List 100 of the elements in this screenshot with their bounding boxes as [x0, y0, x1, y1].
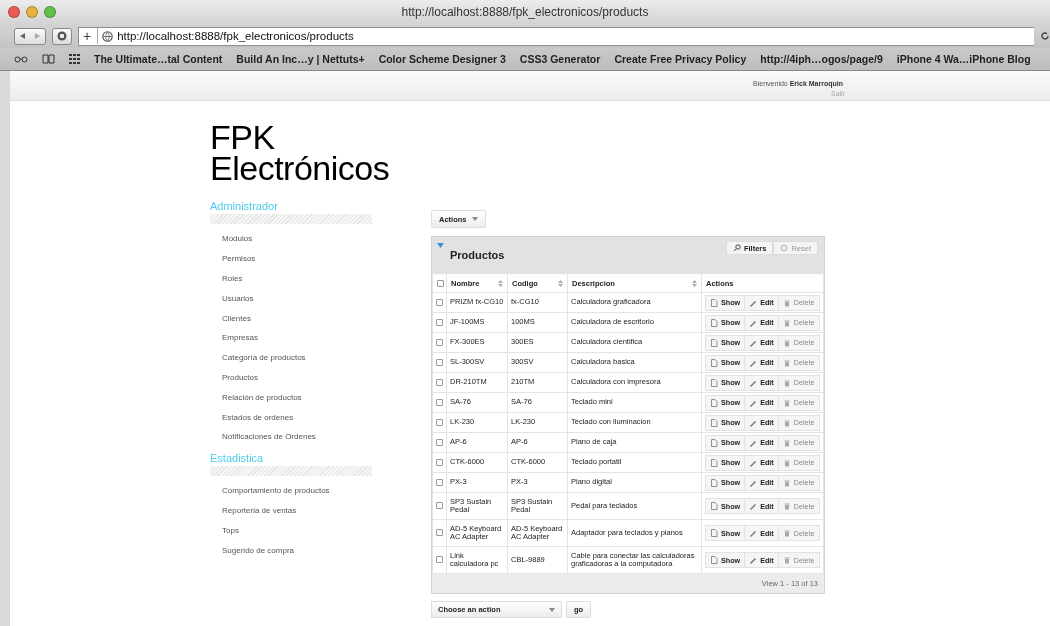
back-icon — [19, 32, 27, 40]
row-checkbox[interactable] — [436, 378, 443, 386]
clear-icon — [780, 244, 789, 252]
bookmark-link[interactable]: Create Free Privacy Policy — [614, 53, 747, 65]
trash-icon — [782, 418, 791, 427]
forward-icon — [33, 32, 41, 40]
sidebar-link[interactable]: Modulos — [210, 229, 372, 249]
globe-icon — [102, 30, 114, 42]
trash-icon — [782, 438, 791, 447]
bookmark-link[interactable]: iPhone 4 Wa…iPhone Blog — [896, 53, 1031, 65]
sidebar-link[interactable]: Roles — [210, 268, 372, 289]
trash-icon — [782, 358, 791, 367]
trash-icon — [782, 458, 791, 467]
row-checkbox[interactable] — [436, 318, 443, 326]
row-checkbox[interactable] — [436, 358, 443, 366]
row-checkbox[interactable] — [436, 502, 443, 510]
pencil-icon — [749, 298, 758, 307]
pencil-icon — [749, 358, 758, 367]
pencil-icon — [749, 338, 758, 347]
bookmark-link[interactable]: Color Scheme Designer 3 — [378, 53, 506, 65]
trash-icon — [782, 556, 791, 564]
sidebar-link[interactable]: Relación de productos — [210, 387, 372, 408]
trash-icon — [782, 529, 791, 537]
pencil-icon — [749, 438, 758, 447]
sidebar-heading: Administrador — [210, 200, 279, 212]
reload-icon — [1040, 31, 1050, 41]
row-checkbox[interactable] — [436, 478, 443, 486]
sidebar-link[interactable]: Notificaciones de Ordenes — [210, 426, 372, 447]
sidebar-link[interactable]: Categoría de productos — [210, 347, 372, 368]
pencil-icon — [749, 529, 758, 537]
trash-icon — [782, 298, 791, 307]
pencil-icon — [749, 418, 758, 427]
close-button[interactable] — [8, 6, 20, 18]
book-icon — [42, 54, 55, 64]
row-checkbox[interactable] — [436, 556, 443, 564]
sidebar-link[interactable]: Tops — [210, 520, 372, 541]
document-icon — [710, 418, 718, 427]
collapse-icon[interactable] — [437, 243, 444, 248]
document-icon — [710, 458, 718, 467]
caret-icon — [549, 607, 555, 612]
address-field[interactable]: + http://localhost:8888/fpk_electronicos/products — [78, 26, 1034, 46]
trash-icon — [782, 338, 791, 347]
trash-icon — [782, 502, 791, 510]
pencil-icon — [749, 556, 758, 564]
trash-icon — [782, 478, 791, 487]
sidebar-link[interactable]: Permisos — [210, 248, 372, 269]
row-checkbox[interactable] — [436, 398, 443, 406]
pencil-icon — [749, 458, 758, 467]
document-icon — [710, 398, 718, 407]
pencil-icon — [749, 398, 758, 407]
select-all-checkbox[interactable] — [437, 280, 444, 287]
document-icon — [710, 358, 718, 367]
sidebar-link[interactable]: Usuarios — [210, 288, 372, 309]
pencil-icon — [749, 378, 758, 387]
sidebar-heading: Estadistica — [210, 451, 265, 464]
pencil-icon — [749, 478, 758, 487]
pencil-icon — [749, 502, 758, 510]
minimize-button[interactable] — [26, 6, 38, 18]
new-tab-button[interactable]: + — [83, 28, 99, 44]
document-icon — [710, 478, 718, 487]
caret-icon — [471, 217, 478, 221]
sidebar-link[interactable]: Estados de ordenes — [210, 407, 372, 427]
document-icon — [710, 318, 718, 327]
window-title: http://localhost:8888/fpk_electronicos/products — [400, 5, 650, 19]
sort-icon — [692, 279, 697, 287]
stop-button[interactable] — [52, 27, 72, 45]
url-text: http://localhost:8888/fpk_electronicos/products — [117, 30, 354, 42]
row-checkbox[interactable] — [436, 338, 443, 346]
document-icon — [710, 438, 718, 447]
bookmark-link[interactable]: Build An Inc…y | Nettuts+ — [236, 53, 365, 65]
document-icon — [710, 529, 718, 537]
site-logo[interactable]: FPK Electrónicos — [210, 122, 1050, 184]
sidebar-link[interactable]: Clientes — [210, 308, 372, 328]
glasses-icon — [14, 55, 28, 63]
row-checkbox[interactable] — [436, 458, 443, 466]
sort-icon — [498, 279, 503, 287]
row-checkbox[interactable] — [436, 298, 443, 306]
sort-icon — [558, 279, 563, 287]
bookmark-link[interactable]: The Ultimate…tal Content — [94, 53, 223, 65]
document-icon — [710, 298, 718, 307]
trash-icon — [782, 378, 791, 387]
sidebar-link[interactable]: Comportamiento de productos — [210, 480, 372, 501]
search-icon — [732, 244, 741, 252]
document-icon — [710, 378, 718, 387]
row-checkbox[interactable] — [436, 438, 443, 446]
sidebar-link[interactable]: Empresas — [210, 328, 372, 348]
row-checkbox[interactable] — [436, 418, 443, 426]
row-checkbox[interactable] — [436, 529, 443, 537]
grid-icon — [69, 54, 80, 64]
sidebar-link[interactable]: Reporteria de ventas — [210, 500, 372, 521]
sidebar-link[interactable]: Productos — [210, 367, 372, 388]
zoom-button[interactable] — [44, 6, 56, 18]
sidebar-link[interactable]: Sugerido de compra — [210, 540, 372, 560]
back-forward-button[interactable] — [14, 27, 46, 45]
pencil-icon — [749, 318, 758, 327]
document-icon — [710, 556, 718, 564]
bookmark-link[interactable]: http://4iph…ogos/page/9 — [760, 53, 883, 65]
stop-icon — [57, 31, 67, 41]
trash-icon — [782, 398, 791, 407]
bookmark-link[interactable]: CSS3 Generator — [519, 53, 601, 65]
